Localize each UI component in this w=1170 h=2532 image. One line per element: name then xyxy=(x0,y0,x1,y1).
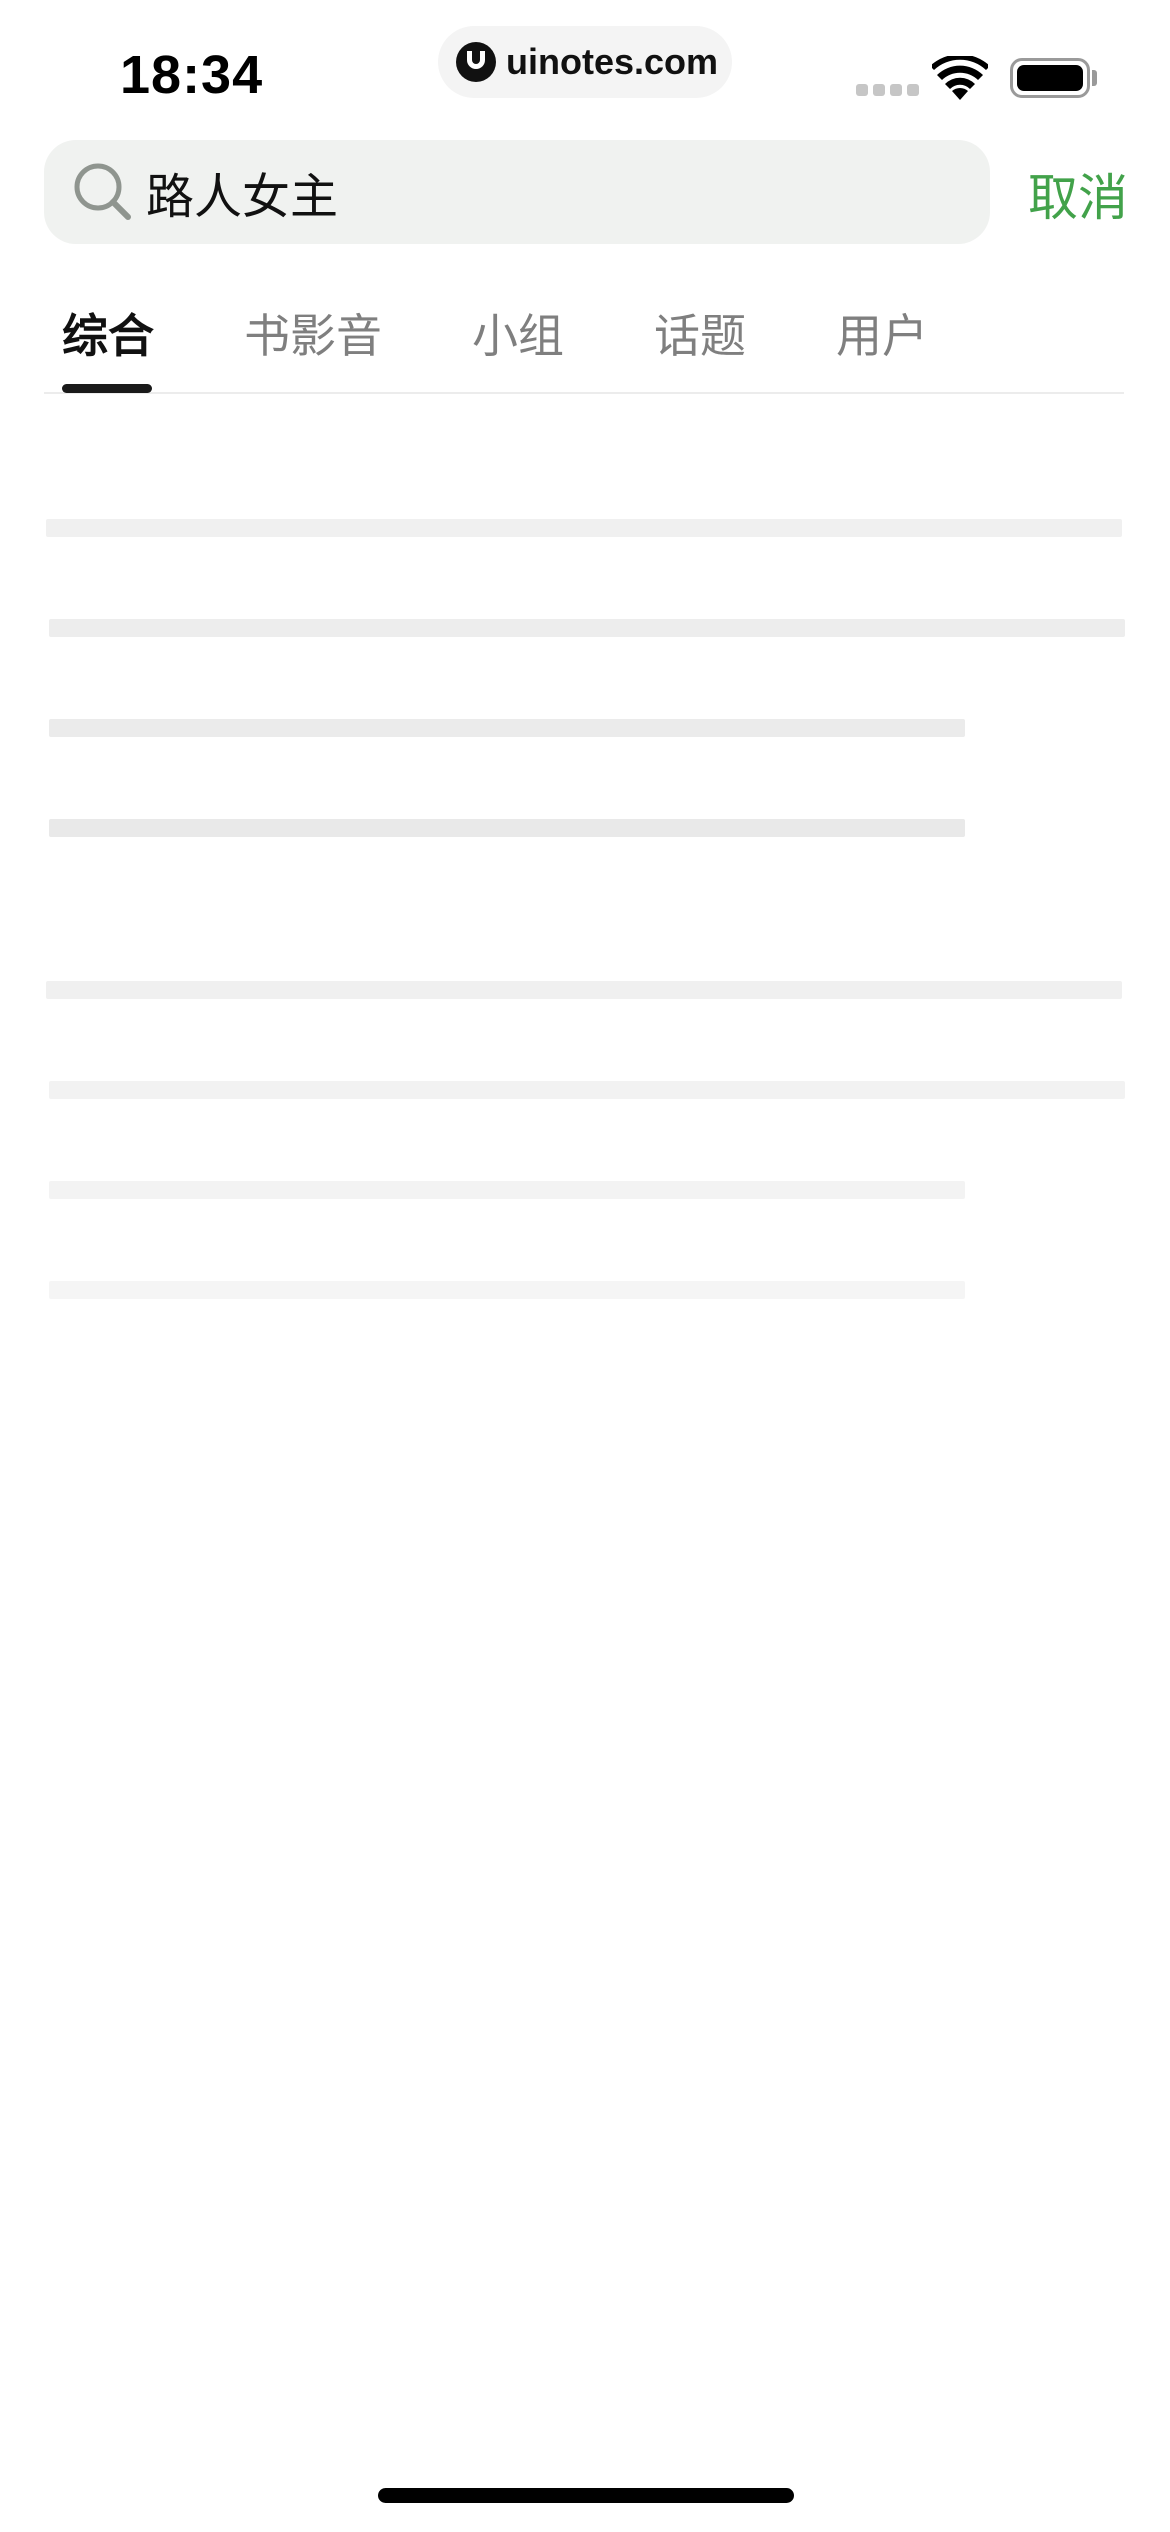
status-time: 18:34 xyxy=(120,45,264,105)
watermark-logo-icon xyxy=(456,42,496,82)
tab-indicator xyxy=(62,384,152,393)
watermark-text: uinotes.com xyxy=(506,41,719,82)
skeleton-line xyxy=(49,1281,965,1299)
search-icon xyxy=(74,163,131,220)
signal-icon xyxy=(856,84,919,96)
battery-cap xyxy=(1092,70,1097,86)
tab-groups[interactable]: 小组 xyxy=(472,300,564,366)
skeleton-line xyxy=(49,719,965,737)
cancel-button[interactable]: 取消 xyxy=(1028,158,1128,230)
skeleton-line xyxy=(49,619,1125,637)
wifi-icon xyxy=(932,56,988,100)
skeleton-line xyxy=(46,519,1122,537)
battery-icon xyxy=(1010,58,1090,98)
search-input[interactable]: 路人女主 xyxy=(44,140,990,244)
watermark-badge: uinotes.com xyxy=(438,26,732,98)
tab-media[interactable]: 书影音 xyxy=(244,300,382,366)
home-indicator[interactable] xyxy=(378,2488,794,2503)
tab-all[interactable]: 综合 xyxy=(62,300,154,366)
battery-level xyxy=(1017,65,1083,91)
skeleton-line xyxy=(46,981,1122,999)
search-tabs: 综合 书影音 小组 话题 用户 xyxy=(44,290,1124,394)
skeleton-line xyxy=(49,1181,965,1199)
tab-topics[interactable]: 话题 xyxy=(654,300,746,366)
search-query: 路人女主 xyxy=(146,169,339,225)
screen: 18:34 uinotes.com 路人女主 取消 综合 书影音 小组 话题 用… xyxy=(0,0,1170,2532)
skeleton-line xyxy=(49,819,965,837)
tab-users[interactable]: 用户 xyxy=(836,300,928,366)
skeleton-line xyxy=(49,1081,1125,1099)
